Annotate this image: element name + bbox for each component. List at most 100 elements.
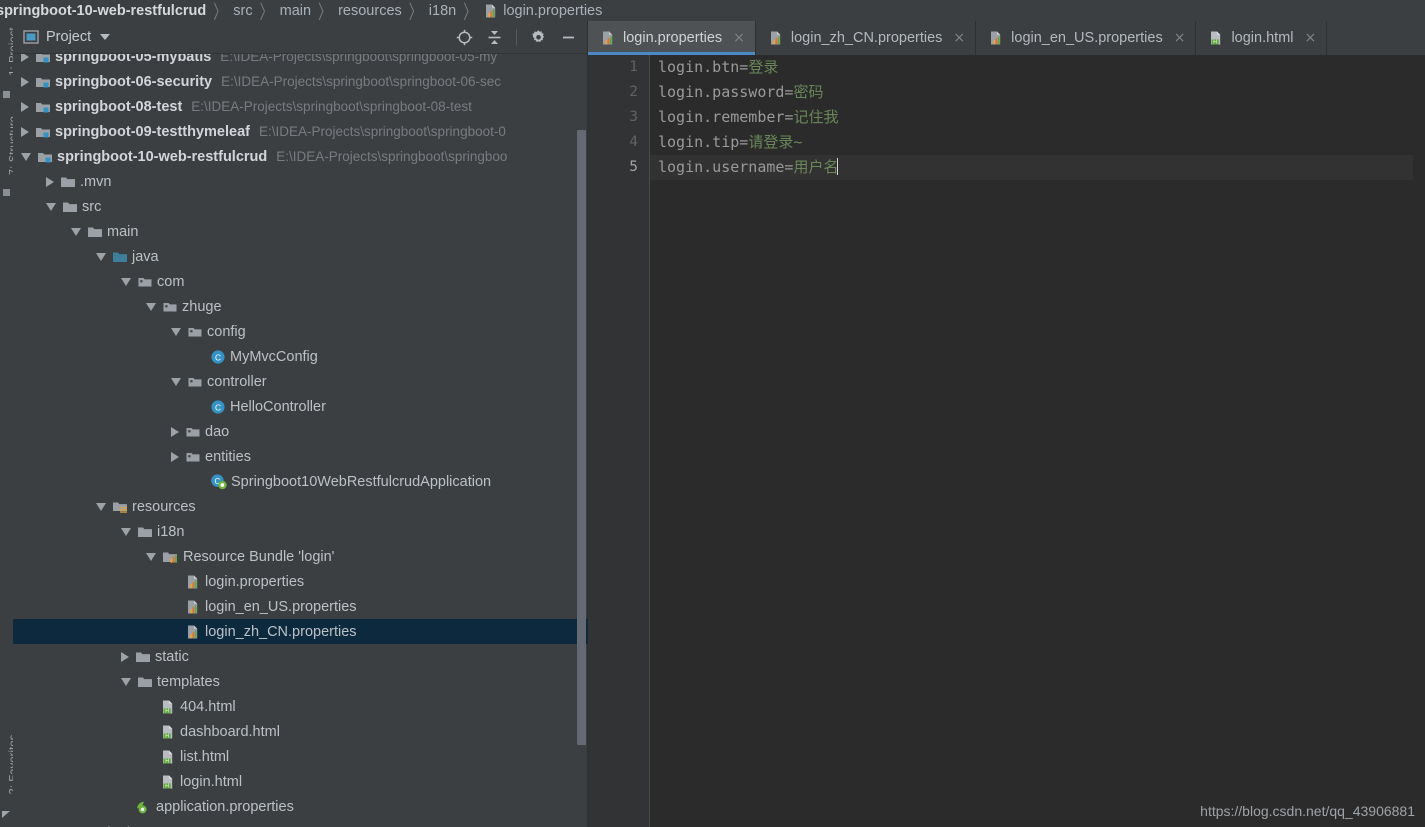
tree-row-hellocontroller[interactable]: C HelloController (13, 394, 588, 419)
tree-row-springboot-08-test[interactable]: springboot-08-test E:\IDEA-Projects\sprin… (13, 94, 588, 119)
code-editor[interactable]: 12345 login.btn=登录 login.password=密码 login… (588, 55, 1425, 827)
tree-row-dashboard-html[interactable]: Hdashboard.html (13, 719, 588, 744)
tree-row-login-zh-cn-properties[interactable]: login_zh_CN.properties (13, 619, 588, 644)
editor-tab-login-zh-cn-properties[interactable]: login_zh_CN.properties × (756, 21, 977, 55)
class-icon: C (210, 349, 226, 365)
tree-row-main[interactable]: main (13, 219, 588, 244)
resources-folder-icon (112, 499, 128, 515)
tree-row-test[interactable]: test (13, 819, 588, 827)
tree-row-static[interactable]: static (13, 644, 588, 669)
chevron-down-icon[interactable] (96, 502, 106, 511)
tree-row-springboot-05-mybatis[interactable]: springboot-05-mybatis E:\IDEA-Projects\sp… (13, 54, 588, 69)
chevron-down-icon[interactable] (46, 202, 56, 211)
project-icon (23, 29, 39, 45)
chevron-down-icon[interactable] (171, 377, 181, 386)
tree-row-path: E:\IDEA-Projects\springboot\springboot-0… (191, 99, 472, 114)
editor-scrollbar[interactable] (1413, 55, 1425, 827)
tree-row-springboot-06-security[interactable]: springboot-06-security E:\IDEA-Projects\s… (13, 69, 588, 94)
svg-text:C: C (215, 352, 221, 362)
chevron-right-icon[interactable] (21, 101, 29, 112)
project-tree[interactable]: springboot-05-mybatis E:\IDEA-Projects\sp… (13, 54, 588, 827)
tree-row-config[interactable]: config (13, 319, 588, 344)
tree-row-404-html[interactable]: H 404.html (13, 694, 588, 719)
tree-row-resources[interactable]: resources (13, 494, 588, 519)
chevron-right-icon[interactable] (21, 126, 29, 137)
editor-tab-login-en-us-properties[interactable]: login_en_US.properties × (976, 21, 1197, 55)
breadcrumb-item-1[interactable]: src (233, 3, 252, 19)
close-icon[interactable]: × (1174, 31, 1186, 45)
chevron-down-icon[interactable] (146, 302, 156, 311)
chevron-right-icon[interactable] (21, 76, 29, 87)
watermark-text: https://blog.csdn.net/qq_43906881 (1200, 803, 1415, 819)
code-line[interactable]: login.tip=请登录~ (650, 130, 1425, 155)
strip-marker-2 (3, 189, 10, 196)
chevron-down-icon[interactable] (146, 552, 156, 561)
tree-row-mymvcconfig[interactable]: C MyMvcConfig (13, 344, 588, 369)
chevron-down-icon[interactable] (96, 252, 106, 261)
chevron-down-icon[interactable] (171, 327, 181, 336)
breadcrumb-item-0[interactable]: springboot-10-web-restfulcrud (0, 3, 206, 19)
tree-row-list-html[interactable]: Hlist.html (13, 744, 588, 769)
minimize-icon[interactable] (560, 29, 577, 46)
close-icon[interactable]: × (733, 31, 745, 45)
code-line[interactable]: login.password=密码 (650, 80, 1425, 105)
tree-row-entities[interactable]: entities (13, 444, 588, 469)
tree-row-templates[interactable]: templates (13, 669, 588, 694)
properties-icon (988, 30, 1004, 46)
tree-row-zhuge[interactable]: zhuge (13, 294, 588, 319)
breadcrumb-item-2[interactable]: main (280, 3, 311, 19)
tree-row-login-html[interactable]: Hlogin.html (13, 769, 588, 794)
chevron-down-icon[interactable] (121, 677, 131, 686)
tree-row-login-en-us-properties[interactable]: login_en_US.properties (13, 594, 588, 619)
tree-row-application-properties[interactable]: application.properties (13, 794, 588, 819)
chevron-down-icon[interactable] (100, 34, 111, 40)
tree-row-label: Springboot10WebRestfulcrudApplication (231, 473, 492, 490)
tree-row-dao[interactable]: dao (13, 419, 588, 444)
close-icon[interactable]: × (953, 31, 965, 45)
chevron-down-icon[interactable] (121, 527, 131, 536)
property-key: login.btn= (658, 58, 749, 76)
gear-icon[interactable] (530, 29, 547, 46)
html-icon: H (1208, 30, 1224, 46)
tree-row-path: E:\IDEA-Projects\springboot\springboot-0 (258, 124, 506, 139)
tree-row-springboot10webrestfulcrudapplication[interactable]: C Springboot10WebRestfulcrudApplication (13, 469, 588, 494)
tree-row--mvn[interactable]: .mvn (13, 169, 588, 194)
tree-row-java[interactable]: java (13, 244, 588, 269)
tree-row-label: resources (132, 498, 196, 515)
chevron-right-icon[interactable] (46, 176, 54, 187)
html-icon: H (160, 749, 176, 765)
code-line[interactable]: login.btn=登录 (650, 55, 1425, 80)
tree-row-controller[interactable]: controller (13, 369, 588, 394)
chevron-down-icon[interactable] (121, 277, 131, 286)
collapse-all-icon[interactable] (486, 29, 503, 46)
chevron-down-icon[interactable] (21, 152, 31, 161)
tree-row-resource-bundle-login-[interactable]: Resource Bundle 'login' (13, 544, 588, 569)
code-content[interactable]: login.btn=登录 login.password=密码 login.remem… (650, 55, 1425, 827)
project-tree-scrollbar[interactable] (577, 54, 586, 827)
breadcrumb-item-5[interactable]: login.properties (483, 3, 602, 19)
tree-row-com[interactable]: com (13, 269, 588, 294)
tree-row-springboot-10-web-restfulcrud[interactable]: springboot-10-web-restfulcrud E:\IDEA-Pro… (13, 144, 588, 169)
editor-tab-label: login_en_US.properties (1011, 30, 1163, 46)
editor-tab-login-properties[interactable]: login.properties × (588, 21, 756, 55)
tree-row-src[interactable]: src (13, 194, 588, 219)
properties-icon (483, 3, 499, 19)
svg-text:H: H (165, 733, 169, 739)
chevron-right-icon[interactable] (171, 426, 179, 437)
editor-tab-login-html[interactable]: Hlogin.html × (1196, 21, 1328, 55)
breadcrumb-item-3[interactable]: resources (338, 3, 402, 19)
tree-row-springboot-09-testthymeleaf[interactable]: springboot-09-testthymeleaf E:\IDEA-Proje… (13, 119, 588, 144)
code-line[interactable]: login.remember=记住我 (650, 105, 1425, 130)
chevron-right-icon[interactable] (121, 651, 129, 662)
close-icon[interactable]: × (1305, 31, 1317, 45)
chevron-down-icon[interactable] (71, 227, 81, 236)
tree-row-login-properties[interactable]: login.properties (13, 569, 588, 594)
chevron-right-icon[interactable] (21, 54, 29, 62)
breadcrumb-item-4[interactable]: i18n (429, 3, 456, 19)
locate-icon[interactable] (456, 29, 473, 46)
tree-row-i18n[interactable]: i18n (13, 519, 588, 544)
code-line[interactable]: login.username=用户名 (650, 155, 1425, 180)
chevron-right-icon[interactable] (171, 451, 179, 462)
html-icon: H (160, 724, 176, 740)
scrollbar-thumb[interactable] (577, 130, 586, 745)
